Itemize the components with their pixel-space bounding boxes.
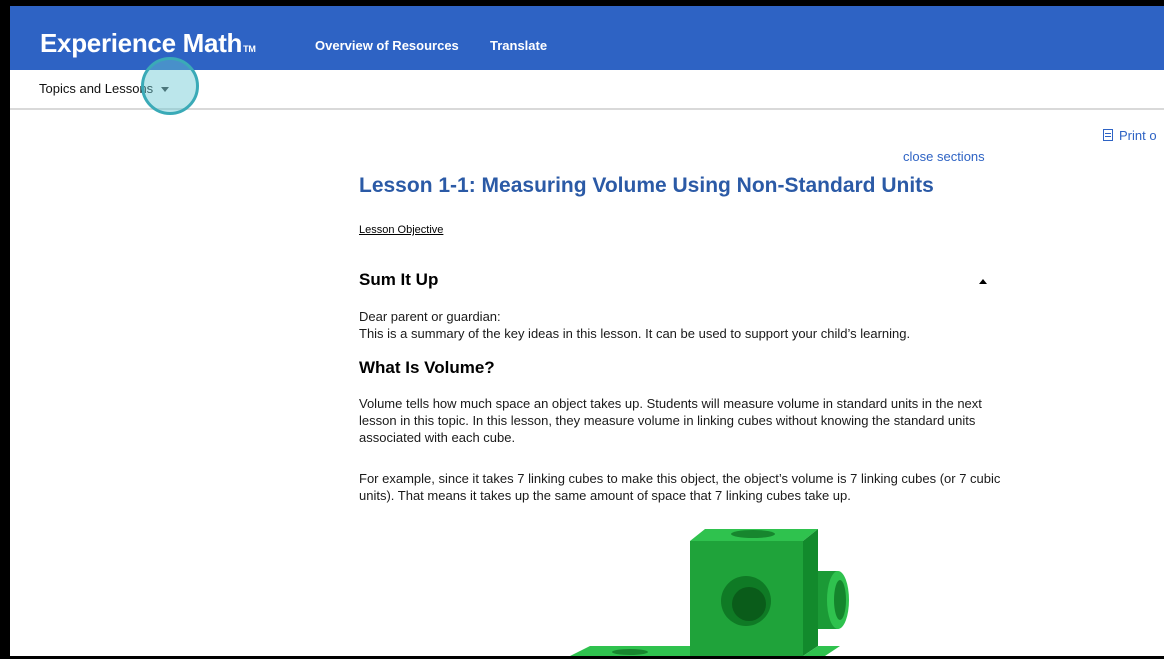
cube-peg-hole [834, 580, 846, 620]
lesson-title: Lesson 1-1: Measuring Volume Using Non-S… [359, 174, 934, 197]
brand-name: Experience Math [40, 28, 243, 58]
print-button[interactable]: Print o [1103, 128, 1157, 143]
linking-cubes-image [570, 529, 849, 656]
trademark-mark: TM [243, 44, 256, 54]
document-icon [1103, 129, 1113, 141]
collapse-section-icon[interactable] [979, 279, 987, 284]
section-title-sum-it-up: Sum It Up [359, 270, 439, 289]
summary-text: This is a summary of the key ideas in th… [359, 326, 911, 341]
brand-logo[interactable]: Experience MathTM [40, 28, 256, 64]
greeting-text: Dear parent or guardian: [359, 309, 501, 324]
print-label: Print o [1119, 128, 1157, 143]
volume-paragraph: Volume tells how much space an object ta… [359, 396, 982, 445]
cube-top-hole [731, 530, 775, 538]
nav-translate[interactable]: Translate [490, 38, 547, 53]
nav-overview-of-resources[interactable]: Overview of Resources [315, 38, 459, 53]
click-indicator-highlight [141, 57, 199, 115]
cube-side-face [803, 529, 818, 656]
cube-front-hole-inner [732, 587, 766, 621]
browser-viewport: Experience MathTM Overview of Resources … [10, 6, 1164, 656]
example-paragraph: For example, since it takes 7 linking cu… [359, 471, 1001, 503]
topics-and-lessons-label: Topics and Lessons [39, 81, 154, 96]
close-sections-link[interactable]: close sections [903, 149, 985, 164]
lesson-objective-link[interactable]: Lesson Objective [359, 224, 443, 236]
subheading-what-is-volume: What Is Volume? [359, 358, 495, 377]
lower-cube-hole [612, 649, 648, 655]
